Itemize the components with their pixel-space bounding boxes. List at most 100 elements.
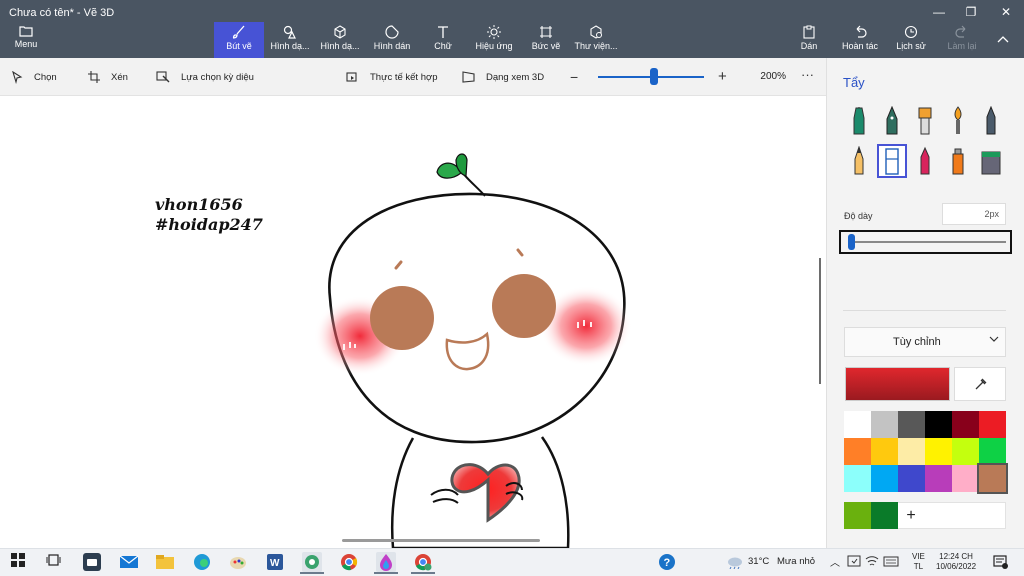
zoom-level[interactable]: 200%	[746, 71, 786, 82]
collapse-ribbon-button[interactable]	[996, 34, 1012, 48]
pixel-pen-tool[interactable]	[978, 105, 1004, 136]
palette-dropdown[interactable]: Tùy chỉnh	[844, 327, 1006, 357]
zoom-app-icon[interactable]	[82, 552, 102, 572]
oil-brush-tool[interactable]	[912, 106, 938, 136]
color-swatch[interactable]	[844, 438, 871, 465]
tab-canvas[interactable]: Bức vẽ	[528, 22, 564, 58]
vertical-scrollbar-thumb[interactable]	[819, 258, 821, 384]
tab-brushes[interactable]: Bút vẽ	[214, 22, 264, 58]
tray-chevron-up-icon[interactable]: ︿	[830, 554, 840, 569]
select-tool[interactable]: Chọn	[12, 71, 57, 84]
custom-color-swatch[interactable]	[871, 502, 898, 529]
menu-label: Menu	[14, 39, 38, 49]
keyboard-icon[interactable]	[883, 554, 899, 571]
oil-brush-icon	[918, 107, 932, 135]
color-swatch[interactable]	[977, 463, 1008, 494]
maximize-button[interactable]: ❐	[960, 4, 982, 20]
running-indicator	[300, 572, 324, 574]
thickness-input[interactable]: 2px	[942, 203, 1006, 225]
chrome-profile-icon[interactable]	[413, 552, 433, 572]
weather-icon[interactable]	[726, 555, 744, 572]
word-icon[interactable]: W	[265, 552, 285, 572]
color-swatch[interactable]	[925, 411, 952, 438]
drawing-canvas[interactable]: vhon1656 #hoidap247	[0, 96, 820, 548]
eraser-tool[interactable]	[877, 144, 907, 178]
paint-3d-icon[interactable]	[376, 552, 396, 572]
snip-app-icon[interactable]	[302, 552, 322, 572]
mail-icon[interactable]	[119, 552, 139, 572]
history-button[interactable]: Lịch sử	[894, 22, 928, 58]
file-explorer-icon[interactable]	[155, 552, 175, 572]
color-swatch[interactable]	[925, 438, 952, 465]
color-swatch[interactable]	[898, 465, 925, 492]
paste-button[interactable]: Dán	[796, 22, 822, 58]
close-button[interactable]: ✕	[995, 4, 1017, 20]
zoom-in-button[interactable]: +	[718, 68, 727, 85]
thickness-label: Độ dày	[844, 211, 873, 221]
watercolor-tool[interactable]	[945, 106, 971, 136]
history-icon	[904, 25, 918, 39]
current-color[interactable]	[845, 367, 950, 401]
color-swatch[interactable]	[979, 438, 1006, 465]
paint-icon[interactable]	[228, 552, 248, 572]
pencil-tool[interactable]	[846, 145, 872, 176]
tab-3d-shapes[interactable]: Hình dạ...	[316, 22, 364, 58]
eyedropper-button[interactable]	[954, 367, 1006, 401]
chrome-icon[interactable]	[339, 552, 359, 572]
running-indicator	[411, 572, 435, 574]
color-swatch[interactable]	[871, 465, 898, 492]
palette-dropdown-label: Tùy chỉnh	[893, 336, 941, 348]
spray-can-tool[interactable]	[945, 146, 971, 176]
magic-select-icon	[156, 71, 170, 83]
notifications-icon[interactable]	[992, 554, 1008, 573]
crayon-tool[interactable]	[912, 146, 938, 176]
crop-tool[interactable]: Xén	[88, 71, 128, 83]
zoom-slider-thumb[interactable]	[650, 68, 659, 85]
color-swatch[interactable]	[925, 465, 952, 492]
custom-color-swatch[interactable]	[844, 502, 871, 529]
view-3d-button[interactable]: Dạng xem 3D	[462, 71, 544, 83]
color-swatch[interactable]	[979, 411, 1006, 438]
color-swatch[interactable]	[871, 411, 898, 438]
undo-button[interactable]: Hoàn tác	[840, 22, 880, 58]
color-swatch[interactable]	[898, 438, 925, 465]
task-view-button[interactable]	[46, 552, 66, 572]
help-icon[interactable]: ?	[657, 552, 677, 572]
weather-temperature[interactable]: 31°C	[748, 556, 769, 567]
wifi-icon[interactable]	[865, 554, 879, 571]
more-options-button[interactable]: ···	[801, 67, 814, 82]
color-swatch[interactable]	[952, 411, 979, 438]
color-swatch[interactable]	[871, 438, 898, 465]
security-icon[interactable]	[847, 554, 861, 571]
fill-bucket-tool[interactable]	[978, 146, 1004, 176]
mixed-reality-button[interactable]: Thực tế kết hợp	[346, 71, 438, 83]
tab-effects[interactable]: Hiệu ứng	[472, 22, 516, 58]
edge-browser-icon[interactable]	[192, 552, 212, 572]
color-swatch[interactable]	[844, 411, 871, 438]
canvas-icon	[540, 26, 552, 38]
tab-stickers[interactable]: Hình dán	[370, 22, 414, 58]
color-swatch[interactable]	[952, 438, 979, 465]
menu-button[interactable]: Menu	[8, 22, 44, 58]
clock[interactable]: 12:24 CH 10/06/2022	[936, 552, 976, 572]
thickness-slider-thumb[interactable]	[848, 234, 856, 250]
minimize-button[interactable]: —	[928, 4, 950, 20]
thickness-slider[interactable]	[850, 241, 1006, 243]
marker-tool[interactable]	[846, 106, 872, 136]
color-swatch[interactable]	[898, 411, 925, 438]
input-language[interactable]: VIE TL	[912, 552, 925, 572]
magic-select-tool[interactable]: Lựa chọn kỳ diệu	[156, 71, 254, 83]
weather-condition[interactable]: Mưa nhỏ	[777, 556, 815, 567]
add-color-button[interactable]: +	[900, 502, 922, 529]
start-button[interactable]	[10, 552, 30, 572]
redo-button[interactable]: Làm lại	[944, 22, 980, 58]
horizontal-scrollbar-thumb[interactable]	[342, 539, 540, 542]
color-swatch[interactable]	[952, 465, 979, 492]
zoom-out-button[interactable]: −	[570, 69, 578, 85]
task-view-icon	[46, 554, 61, 566]
calligraphy-pen-tool[interactable]	[879, 105, 905, 136]
tab-text[interactable]: Chữ	[426, 22, 460, 58]
tab-2d-shapes[interactable]: Hình dạ...	[266, 22, 314, 58]
tab-3d-library[interactable]: Thư viện...	[572, 22, 620, 58]
color-swatch[interactable]	[844, 465, 871, 492]
